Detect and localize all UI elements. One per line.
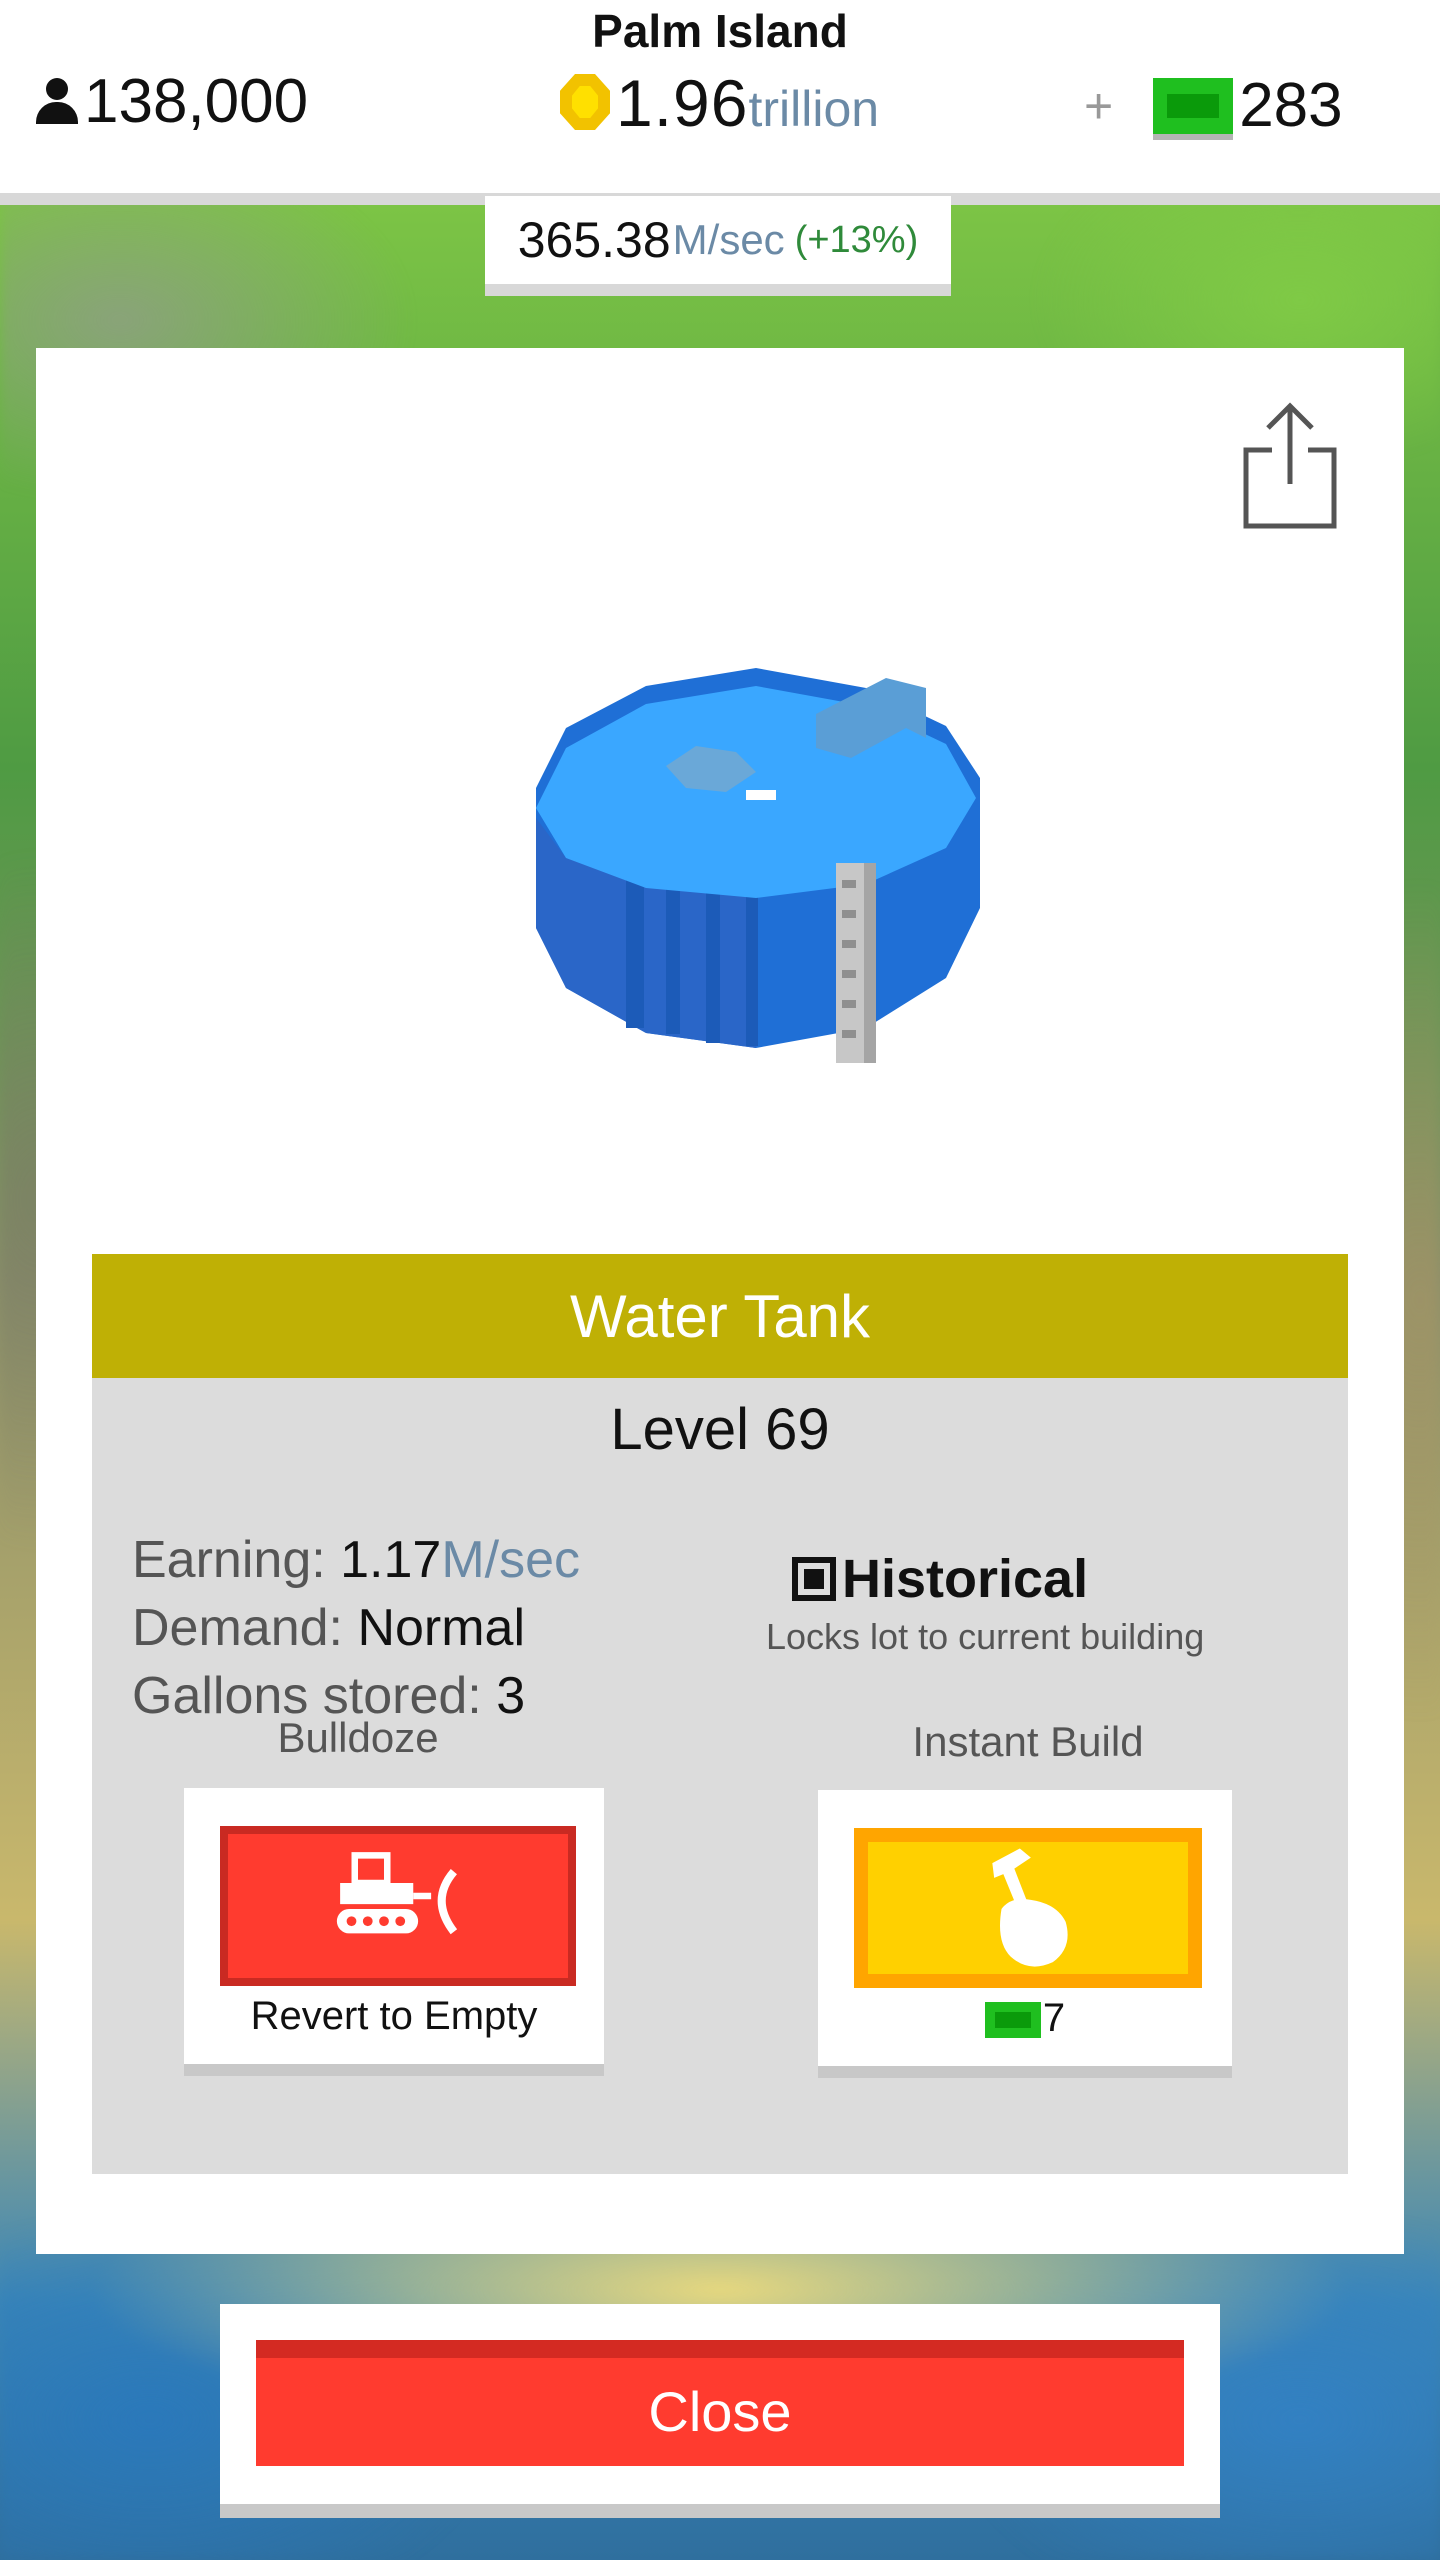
close-card[interactable]: Close [220, 2304, 1220, 2504]
instant-build-button[interactable] [854, 1828, 1202, 1988]
earning-value: 1.17 [340, 1531, 442, 1589]
add-bucks-button[interactable]: + [1084, 77, 1113, 135]
bucks-counter[interactable]: + 283 [1084, 70, 1343, 141]
island-name: Palm Island [592, 5, 848, 57]
income-unit: M/sec [672, 216, 785, 263]
building-panel: Water Tank Level 69 Earning: 1.17M/sec D… [36, 348, 1404, 2254]
coins-value: 1.96 [616, 66, 749, 140]
earning-unit: M/sec [441, 1531, 581, 1589]
coins-counter: 1.96 trillion [560, 70, 879, 136]
instant-build-label: Instant Build [912, 1718, 1144, 1765]
building-title: Water Tank [92, 1254, 1348, 1378]
bulldoze-label: Bulldoze [277, 1714, 439, 1761]
income-value: 365.38 [517, 212, 671, 268]
checkbox-icon[interactable] [792, 1557, 836, 1601]
earning-label: Earning: [132, 1531, 326, 1589]
person-icon [36, 77, 78, 126]
bulldozer-icon [336, 1852, 458, 1935]
instant-build-cost: 7 [818, 1996, 1232, 2041]
bulldoze-button[interactable] [220, 1826, 576, 1986]
historical-toggle[interactable]: Historical Locks lot to current building [766, 1548, 1272, 1658]
population-counter: 138,000 [36, 66, 308, 137]
bucks-value: 283 [1239, 71, 1343, 140]
income-boost: (+13%) [794, 218, 919, 261]
demand-label: Demand: [132, 1599, 343, 1657]
bulldoze-caption: Revert to Empty [250, 1994, 538, 2038]
building-stats: Earning: 1.17M/sec Demand: Normal Gallon… [132, 1526, 580, 1730]
instant-build-card[interactable]: 7 [818, 1790, 1232, 2066]
water-tank-illustration [536, 668, 980, 1063]
population-value: 138,000 [84, 67, 309, 136]
bill-icon [984, 2002, 1041, 2039]
historical-label: Historical [842, 1549, 1089, 1609]
historical-description: Locks lot to current building [766, 1616, 1205, 1657]
coins-unit: trillion [748, 81, 880, 137]
coin-icon [560, 74, 610, 130]
earning-row: Earning: 1.17M/sec [132, 1526, 580, 1594]
demand-value: Normal [357, 1599, 526, 1657]
top-bar: Palm Island 138,000 1.96 trillion + 283 [0, 0, 1440, 205]
share-icon[interactable] [1242, 400, 1338, 530]
income-rate: 365.38 M/sec (+13%) [485, 196, 951, 296]
building-info: Level 69 Earning: 1.17M/sec Demand: Norm… [92, 1378, 1348, 2174]
close-button[interactable]: Close [256, 2340, 1184, 2466]
demand-row: Demand: Normal [132, 1594, 580, 1662]
bulldoze-card[interactable]: Revert to Empty [184, 1788, 604, 2064]
instant-cost-value: 7 [1042, 1996, 1066, 2040]
bill-icon [1153, 77, 1234, 134]
building-level: Level 69 [610, 1397, 830, 1462]
hammer-hand-icon [992, 1848, 1068, 1967]
